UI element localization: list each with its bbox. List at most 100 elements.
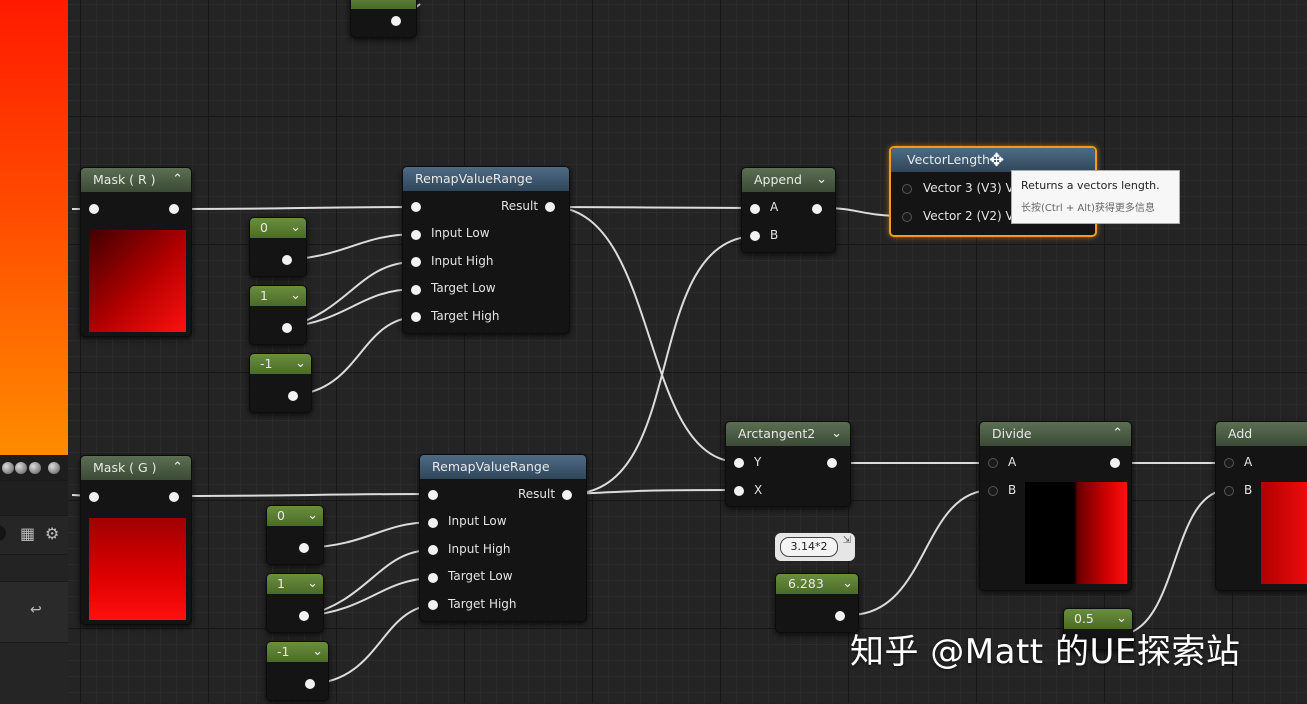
node-header	[351, 0, 416, 9]
input-pin[interactable]	[902, 184, 912, 194]
add-node[interactable]: Add A B	[1215, 421, 1307, 591]
output-pin[interactable]	[391, 16, 401, 26]
mask-r-node[interactable]: Mask ( R ) ⌃	[80, 167, 192, 337]
mask-g-node[interactable]: Mask ( G ) ⌃	[80, 455, 192, 625]
output-pin[interactable]	[282, 323, 292, 333]
chevron-down-icon[interactable]: ⌄	[290, 218, 301, 238]
output-pin[interactable]	[835, 611, 845, 621]
constant-value[interactable]: 1	[260, 288, 268, 303]
input-label: Input High	[448, 542, 511, 556]
remap-value-range-node[interactable]: RemapValueRange Result Input Low Input H…	[419, 454, 587, 622]
input-pin[interactable]	[902, 212, 912, 222]
collapse-icon[interactable]: ⌃	[1112, 422, 1123, 446]
constant-value[interactable]: 1	[277, 576, 285, 591]
remap-value-range-node[interactable]: RemapValueRange Result Input Low Input H…	[402, 166, 570, 334]
gear-icon[interactable]: ⚙	[45, 524, 59, 543]
chevron-down-icon[interactable]: ⌄	[290, 286, 301, 306]
node-comment-bubble[interactable]: 3.14*2 ⇲	[775, 533, 855, 561]
input-pin[interactable]	[428, 490, 438, 500]
input-pin[interactable]	[988, 458, 998, 468]
output-pin[interactable]	[169, 204, 179, 214]
collapse-icon[interactable]: ⌃	[172, 168, 183, 192]
append-node[interactable]: Append ⌄ A B	[741, 167, 836, 253]
undo-icon[interactable]: ↩	[30, 602, 42, 618]
input-pin[interactable]	[750, 204, 760, 214]
constant-node-partial[interactable]	[350, 0, 417, 38]
input-pin[interactable]	[988, 486, 998, 496]
chevron-down-icon[interactable]: ⌄	[831, 422, 842, 446]
output-pin[interactable]	[282, 255, 292, 265]
output-pin[interactable]	[169, 492, 179, 502]
output-pin[interactable]	[299, 611, 309, 621]
node-title: Mask ( R )	[93, 172, 156, 187]
constant-value[interactable]: 0	[260, 220, 268, 235]
output-pin[interactable]	[812, 204, 822, 214]
input-pin[interactable]	[411, 285, 421, 295]
output-pin[interactable]	[299, 543, 309, 553]
preview-shape-sphere-icon[interactable]	[2, 462, 14, 474]
output-pin[interactable]	[1110, 458, 1120, 468]
tooltip-hint: 长按(Ctrl + Alt)获得更多信息	[1021, 203, 1155, 214]
constant-value[interactable]: -1	[277, 644, 289, 659]
chevron-down-icon[interactable]: ⌄	[295, 354, 306, 374]
divide-node[interactable]: Divide ⌃ A B	[979, 421, 1132, 591]
input-label: B	[1008, 483, 1017, 497]
constant-node[interactable]: 1 ⌄	[249, 285, 307, 345]
input-label: Target Low	[448, 569, 513, 583]
chevron-down-icon[interactable]: ⌄	[842, 574, 853, 594]
output-pin[interactable]	[288, 391, 298, 401]
node-title: RemapValueRange	[432, 459, 550, 474]
constant-node[interactable]: 0 ⌄	[266, 505, 324, 565]
constant-value[interactable]: -1	[260, 356, 272, 371]
input-pin[interactable]	[411, 312, 421, 322]
input-pin[interactable]	[1224, 486, 1234, 496]
node-title: Divide	[992, 426, 1032, 441]
input-pin[interactable]	[428, 600, 438, 610]
output-pin[interactable]	[827, 458, 837, 468]
chevron-down-icon[interactable]: ⌄	[816, 168, 827, 192]
input-pin[interactable]	[428, 518, 438, 528]
input-pin[interactable]	[89, 492, 99, 502]
preview-shape-cube-icon[interactable]	[48, 462, 60, 474]
constant-value[interactable]: 6.283	[788, 576, 824, 591]
details-row: ↩	[0, 581, 68, 642]
preview-shape-plane-icon[interactable]	[29, 462, 41, 474]
input-pin[interactable]	[411, 230, 421, 240]
constant-node[interactable]: -1 ⌄	[249, 353, 312, 413]
chevron-down-icon[interactable]: ⌄	[307, 574, 318, 594]
material-graph-canvas[interactable]	[68, 0, 1307, 703]
input-pin[interactable]	[411, 202, 421, 212]
constant-node[interactable]: 6.283 ⌄	[775, 573, 859, 633]
collapse-icon[interactable]: ⌃	[172, 456, 183, 480]
node-header: 1 ⌄	[267, 574, 323, 594]
chevron-down-icon[interactable]: ⌄	[307, 506, 318, 526]
input-pin[interactable]	[734, 458, 744, 468]
input-pin[interactable]	[734, 486, 744, 496]
pin-icon[interactable]: ⇲	[843, 535, 851, 546]
input-pin[interactable]	[89, 204, 99, 214]
chevron-down-icon[interactable]: ⌄	[312, 642, 323, 662]
input-label: B	[1244, 483, 1253, 497]
input-label: A	[1244, 455, 1253, 469]
constant-node[interactable]: 0 ⌄	[249, 217, 307, 277]
arctangent2-node[interactable]: Arctangent2 ⌄ Y X	[725, 421, 851, 507]
input-pin[interactable]	[428, 545, 438, 555]
tooltip-text: Returns a vectors length.	[1021, 179, 1160, 192]
input-pin[interactable]	[428, 573, 438, 583]
input-label: Input Low	[448, 514, 507, 528]
output-pin[interactable]	[305, 679, 315, 689]
input-label: Target Low	[431, 281, 496, 295]
constant-value[interactable]: 0	[277, 508, 285, 523]
search-field-edge[interactable]	[0, 525, 6, 541]
output-pin[interactable]	[562, 490, 572, 500]
constant-node[interactable]: 1 ⌄	[266, 573, 324, 633]
output-pin[interactable]	[545, 202, 555, 212]
input-pin[interactable]	[1224, 458, 1234, 468]
constant-node[interactable]: -1 ⌄	[266, 641, 329, 701]
input-pin[interactable]	[750, 231, 760, 241]
preview-thumbnail	[89, 230, 186, 332]
grid-icon[interactable]: ▦	[20, 524, 35, 543]
preview-shape-cylinder-icon[interactable]	[15, 462, 27, 474]
input-label: Input Low	[431, 226, 490, 240]
input-pin[interactable]	[411, 257, 421, 267]
